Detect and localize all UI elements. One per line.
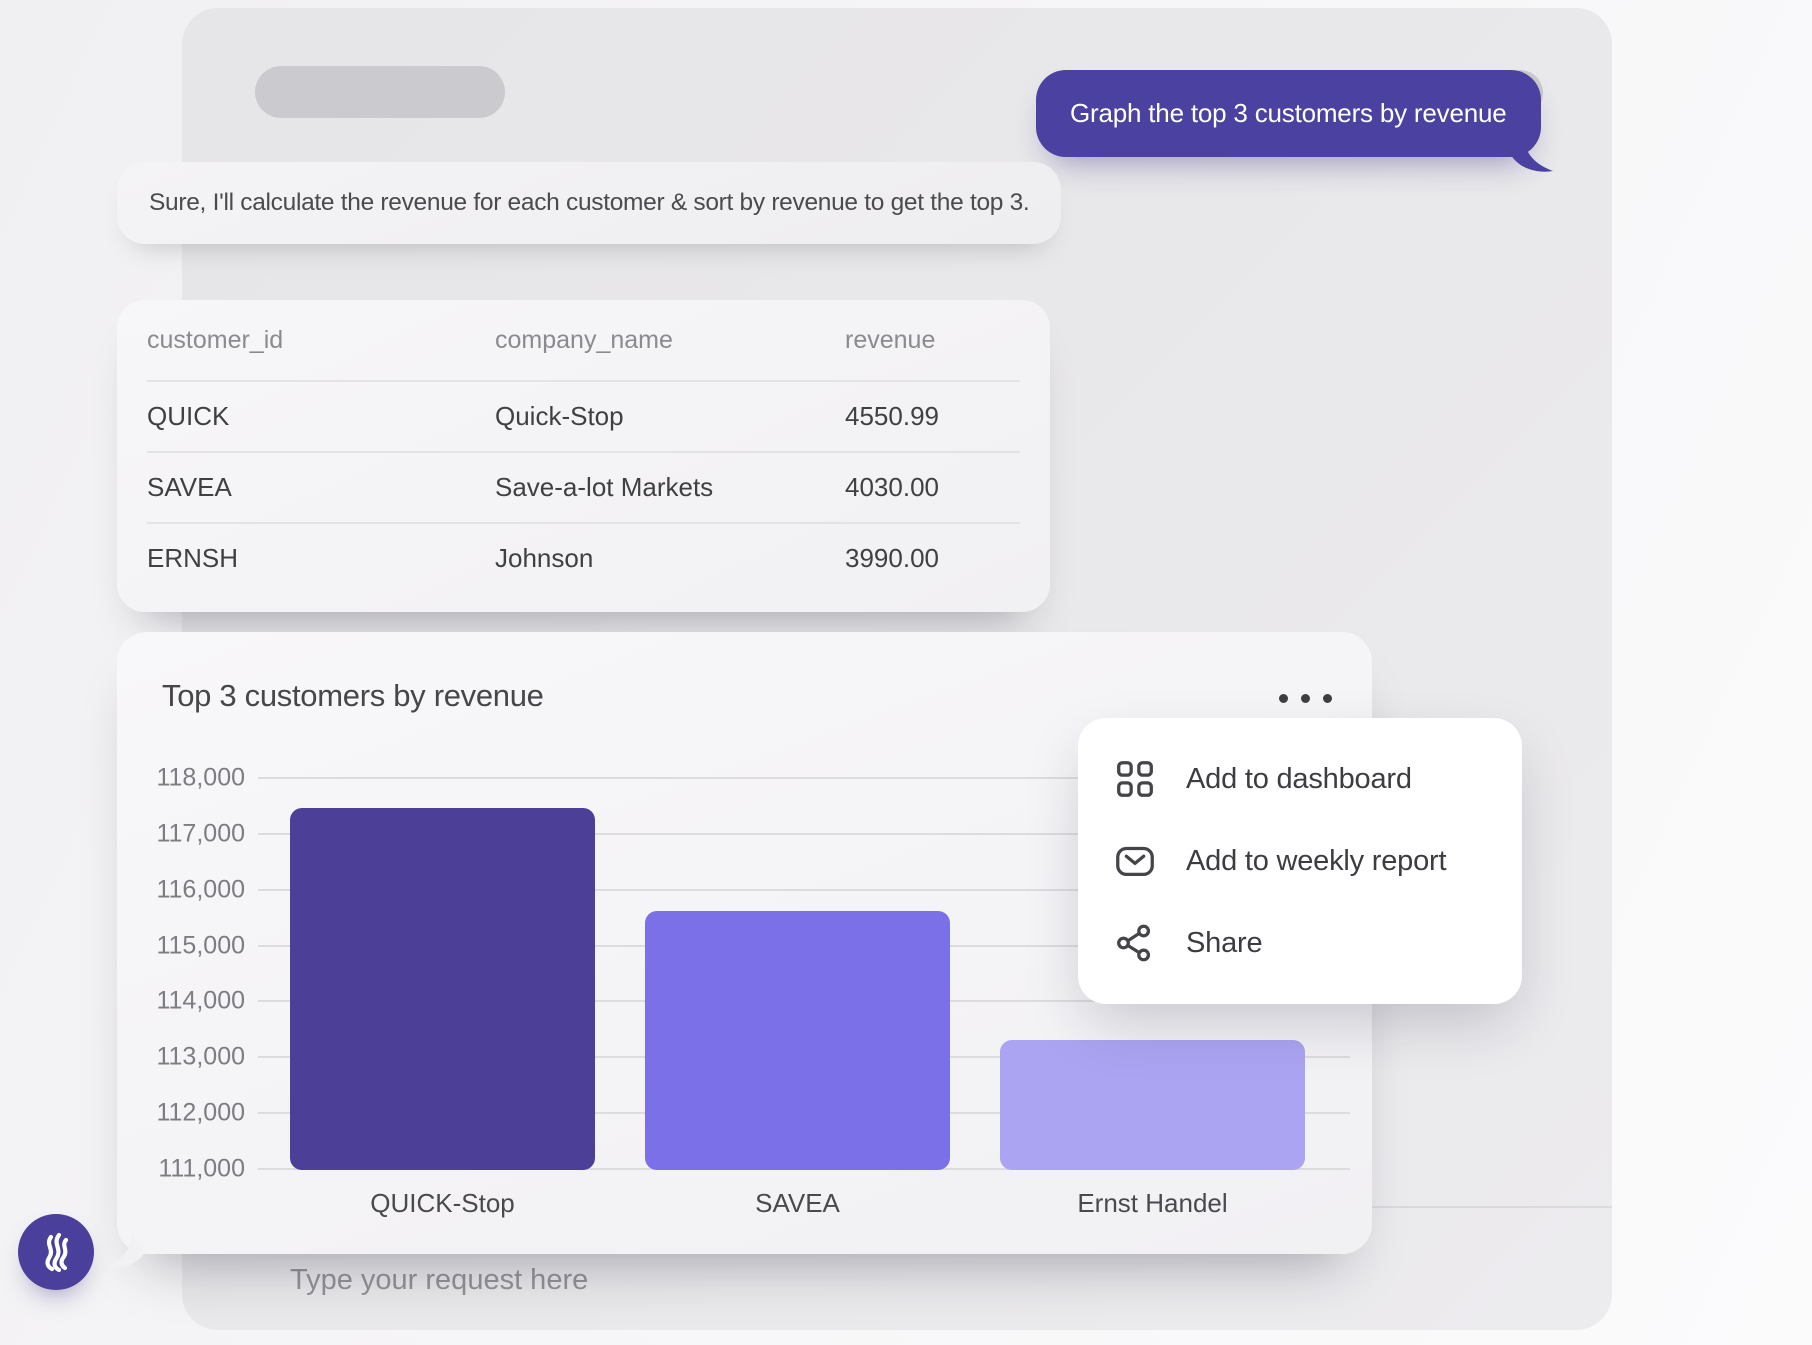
user-message-bubble: Graph the top 3 customers by revenue: [1036, 70, 1541, 157]
table-column-header: company_name: [495, 326, 845, 355]
chart-bar-quick-stop: [290, 808, 595, 1170]
menu-item-label: Share: [1186, 927, 1262, 960]
menu-item-label: Add to weekly report: [1186, 845, 1446, 878]
y-axis-tick-label: 112,000: [125, 1099, 245, 1128]
menu-item-add-to-dashboard[interactable]: Add to dashboard: [1112, 742, 1488, 816]
chart-context-menu: Add to dashboard Add to weekly report Shar…: [1078, 718, 1522, 1004]
table-cell: 4550.99: [845, 401, 1020, 432]
y-axis-tick-label: 114,000: [125, 987, 245, 1016]
x-axis-tick-label: QUICK-Stop: [290, 1188, 595, 1219]
assistant-message-bubble: Sure, I'll calculate the revenue for eac…: [117, 162, 1061, 244]
chart-bar-savea: [645, 911, 950, 1170]
table-cell: ERNSH: [147, 543, 495, 574]
x-axis-tick-label: SAVEA: [645, 1188, 950, 1219]
bubble-tail: [1511, 131, 1555, 173]
dashboard-icon: [1112, 756, 1158, 802]
request-input[interactable]: [270, 1244, 1210, 1316]
menu-item-share[interactable]: Share: [1112, 906, 1488, 980]
table-cell: Save-a-lot Markets: [495, 472, 845, 503]
table-row: SAVEASave-a-lot Markets4030.00: [147, 451, 1020, 522]
chart-options-button[interactable]: [1265, 676, 1345, 720]
menu-item-add-to-weekly-report[interactable]: Add to weekly report: [1112, 824, 1488, 898]
table-column-header: revenue: [845, 326, 1020, 355]
mail-icon: [1112, 838, 1158, 884]
app-logo: [18, 1214, 94, 1290]
chart-title: Top 3 customers by revenue: [162, 678, 544, 714]
table-cell: 4030.00: [845, 472, 1020, 503]
result-table-card: customer_idcompany_namerevenue QUICKQuic…: [117, 300, 1050, 612]
y-axis-tick-label: 117,000: [125, 819, 245, 848]
y-axis-tick-label: 111,000: [125, 1155, 245, 1184]
flame-icon: [32, 1228, 80, 1276]
table-header-row: customer_idcompany_namerevenue: [147, 300, 1020, 380]
y-axis-tick-label: 116,000: [125, 875, 245, 904]
ellipsis-icon: [1301, 694, 1310, 703]
share-icon: [1112, 920, 1158, 966]
y-axis-tick-label: 113,000: [125, 1043, 245, 1072]
card-tail: [101, 1228, 145, 1270]
chart-bar-ernst-handel: [1000, 1040, 1305, 1170]
ellipsis-icon: [1323, 694, 1332, 703]
x-axis-tick-label: Ernst Handel: [1000, 1188, 1305, 1219]
menu-item-label: Add to dashboard: [1186, 763, 1412, 796]
assistant-message-text: Sure, I'll calculate the revenue for eac…: [149, 189, 1029, 217]
table-cell: 3990.00: [845, 543, 1020, 574]
table-cell: Quick-Stop: [495, 401, 845, 432]
y-axis-tick-label: 118,000: [125, 764, 245, 793]
ellipsis-icon: [1279, 694, 1288, 703]
skeleton-placeholder: [255, 66, 505, 118]
user-message-text: Graph the top 3 customers by revenue: [1070, 98, 1507, 129]
table-column-header: customer_id: [147, 326, 495, 355]
y-axis-tick-label: 115,000: [125, 931, 245, 960]
table-cell: Johnson: [495, 543, 845, 574]
table-cell: QUICK: [147, 401, 495, 432]
table-row: QUICKQuick-Stop4550.99: [147, 380, 1020, 451]
table-cell: SAVEA: [147, 472, 495, 503]
table-row: ERNSHJohnson3990.00: [147, 522, 1020, 593]
